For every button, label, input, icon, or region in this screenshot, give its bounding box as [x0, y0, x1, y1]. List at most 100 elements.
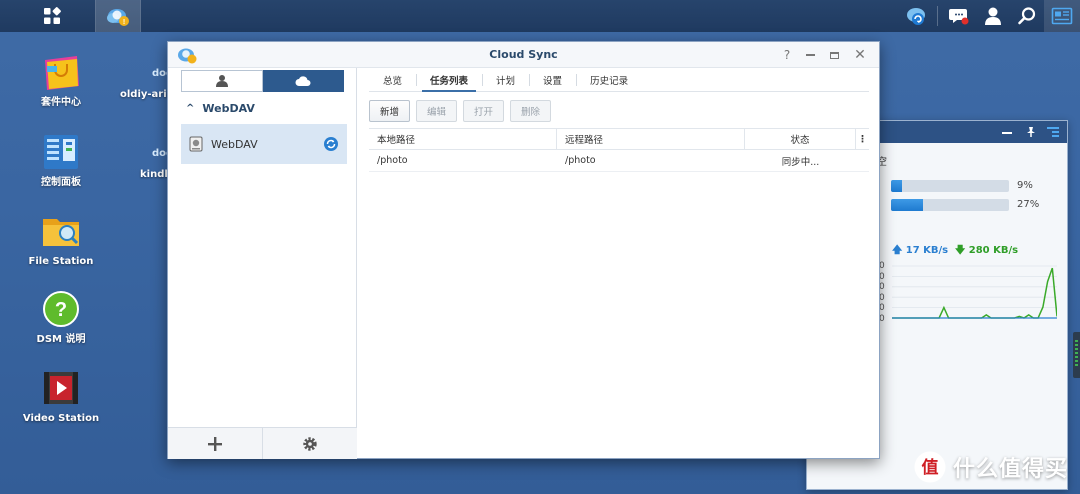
- row-local-path: /photo: [377, 155, 408, 166]
- desktop-dsm-help[interactable]: ? DSM 说明: [16, 289, 106, 346]
- desktop-icon-label: DSM 说明: [36, 334, 86, 345]
- svg-text:!: !: [123, 19, 125, 26]
- pin-icon[interactable]: [1025, 126, 1037, 138]
- download-speed-value: 280 KB/s: [968, 245, 1019, 256]
- more-vertical-icon: ⋮: [857, 133, 868, 145]
- taskbar-cloud-sync-status[interactable]: [899, 0, 933, 32]
- task-toolbar: 新增 编辑 打开 删除: [369, 100, 552, 122]
- user-icon: [215, 75, 228, 87]
- network-chart-axis: 0 0 0 0 0 0: [879, 261, 889, 324]
- desktop-video-station[interactable]: Video Station: [16, 368, 106, 425]
- window-close-button[interactable]: ✕: [851, 46, 869, 64]
- row-status: 同步中...: [781, 156, 820, 168]
- axis-label: 0: [879, 313, 885, 324]
- taskbar-notifications[interactable]: [942, 0, 976, 32]
- taskbar-separator: [937, 6, 938, 26]
- tab-overview[interactable]: 总览: [369, 68, 416, 91]
- column-header-local-path[interactable]: 本地路径: [369, 129, 557, 149]
- desktop-file-station[interactable]: File Station: [16, 211, 106, 268]
- watermark: 值 什么值得买: [913, 450, 1068, 484]
- cloud-sync-app-icon: !: [107, 9, 129, 26]
- task-table: 本地路径 远程路径 状态 ⋮ /photo /photo 同步中...: [369, 128, 869, 172]
- personal-accounts-button[interactable]: [181, 70, 263, 92]
- minimize-icon: [805, 54, 815, 56]
- account-label: WebDAV: [211, 137, 258, 151]
- axis-label: 0: [879, 282, 885, 292]
- network-chart: [892, 265, 1057, 319]
- memory-usage-percent: 27%: [1017, 199, 1040, 210]
- desktop-icon-label: File Station: [28, 256, 94, 267]
- taskbar-search[interactable]: [1010, 0, 1044, 32]
- new-task-button[interactable]: 新增: [369, 100, 411, 122]
- close-icon: ✕: [854, 47, 866, 63]
- window-help-button[interactable]: ?: [778, 46, 796, 64]
- axis-label: 0: [879, 292, 885, 303]
- axis-label: 0: [879, 261, 885, 271]
- upload-arrow-icon: 🡅: [892, 245, 903, 256]
- edit-task-button[interactable]: 编辑: [416, 100, 458, 122]
- taskbar-user-menu[interactable]: [976, 0, 1010, 32]
- tab-task-list[interactable]: 任务列表: [416, 68, 482, 92]
- cloud-accounts-button[interactable]: [262, 70, 344, 92]
- provider-group-label: WebDAV: [202, 102, 255, 115]
- watermark-text: 什么值得买: [952, 457, 1068, 482]
- webdav-server-icon: [189, 136, 203, 152]
- package-center-icon: [41, 52, 81, 92]
- desktop-edge-handle[interactable]: [1073, 332, 1080, 378]
- upload-speed-value: 17 KB/s: [905, 245, 949, 256]
- settings-button[interactable]: [262, 428, 357, 459]
- settings-icon: [303, 436, 317, 451]
- tab-schedule[interactable]: 计划: [482, 68, 529, 91]
- main-menu-icon: [44, 7, 61, 24]
- taskbar-cloud-sync-button[interactable]: !: [95, 0, 141, 32]
- desktop-control-panel[interactable]: 控制面板: [16, 132, 106, 189]
- window-maximize-button[interactable]: [825, 46, 843, 64]
- minimize-icon[interactable]: [1002, 132, 1012, 134]
- memory-usage-fill: [891, 199, 923, 211]
- cpu-usage-percent: 9%: [1017, 180, 1033, 191]
- window-minimize-button[interactable]: [801, 46, 819, 64]
- open-task-button[interactable]: 打开: [463, 100, 505, 122]
- cpu-usage-fill: [891, 180, 902, 192]
- column-header-remote-path[interactable]: 远程路径: [557, 129, 745, 149]
- widget-menu-icon[interactable]: [1047, 126, 1061, 138]
- account-item-webdav[interactable]: WebDAV: [181, 124, 347, 164]
- chevron-up-icon: ^: [186, 103, 195, 114]
- table-row[interactable]: /photo /photo 同步中...: [369, 150, 869, 172]
- widgets-icon: [1051, 7, 1073, 25]
- desktop-package-center[interactable]: 套件中心: [16, 52, 106, 109]
- delete-task-button[interactable]: 删除: [510, 100, 552, 122]
- task-panel: 总览 任务列表 计划 设置 历史记录 新增 编辑 打开 删除 本地路径 远程路径…: [358, 68, 879, 458]
- watermark-logo-icon: 值: [914, 451, 946, 483]
- axis-label: 0: [879, 303, 885, 313]
- column-header-status[interactable]: 状态: [745, 129, 856, 149]
- table-header: 本地路径 远程路径 状态 ⋮: [369, 128, 869, 150]
- cloud-sync-window: Cloud Sync ? ✕ ^ WebDAV WebDAV 总览 任务列表 计…: [167, 41, 880, 459]
- notification-chat-icon: [949, 9, 969, 25]
- sync-status-icon: [324, 137, 338, 151]
- tab-bar: 总览 任务列表 计划 设置 历史记录: [369, 68, 869, 92]
- column-options-button[interactable]: ⋮: [856, 129, 869, 149]
- main-menu-button[interactable]: [30, 0, 74, 32]
- window-title: Cloud Sync: [489, 48, 558, 61]
- provider-group-header[interactable]: ^ WebDAV: [186, 102, 255, 115]
- sidebar-footer: [168, 427, 357, 459]
- file-station-icon: [41, 211, 81, 251]
- cpu-usage-bar: [891, 180, 1009, 192]
- row-remote-path: /photo: [565, 155, 596, 166]
- desktop-icon-label: Video Station: [22, 413, 100, 424]
- taskbar-widgets[interactable]: [1044, 0, 1080, 32]
- video-station-icon: [41, 368, 81, 408]
- download-series-line: [892, 267, 1057, 319]
- window-titlebar[interactable]: Cloud Sync ? ✕: [168, 42, 879, 68]
- desktop-icon-label: 套件中心: [41, 97, 81, 108]
- tab-history[interactable]: 历史记录: [576, 68, 642, 91]
- axis-label: 0: [879, 271, 885, 282]
- add-connection-button[interactable]: [168, 428, 262, 459]
- cloud-icon: [295, 76, 311, 86]
- download-arrow-icon: 🡇: [955, 245, 966, 256]
- download-speed: 🡇 280 KB/s: [955, 243, 1018, 260]
- tab-settings[interactable]: 设置: [529, 68, 576, 91]
- add-icon: [208, 436, 222, 451]
- taskbar: !: [0, 0, 1080, 32]
